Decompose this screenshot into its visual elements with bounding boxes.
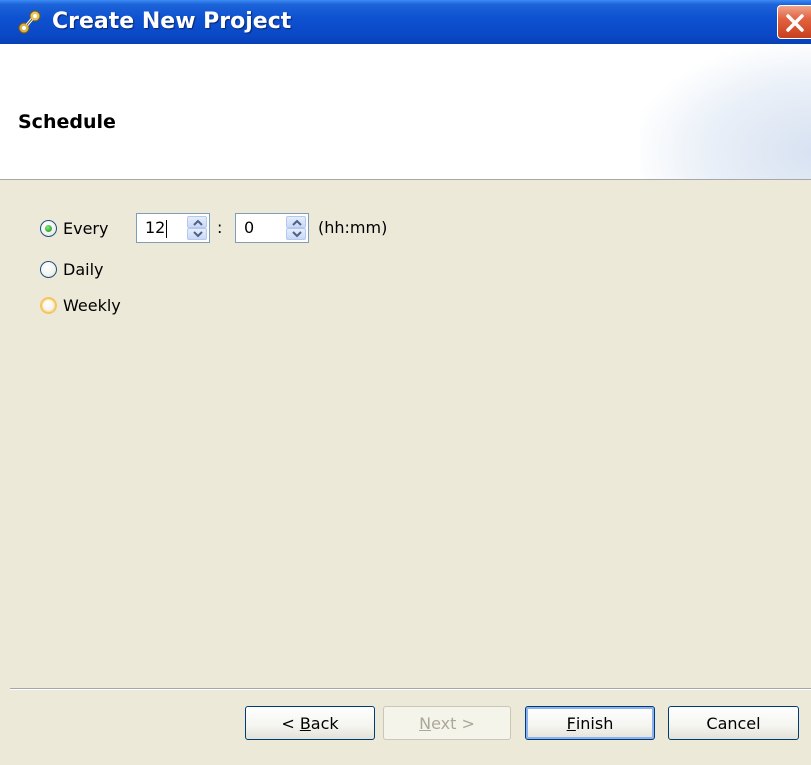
window-title: Create New Project [52, 9, 292, 34]
minutes-decrement-button[interactable] [286, 228, 306, 240]
hours-decrement-button[interactable] [187, 228, 207, 240]
minutes-input[interactable]: 0 [244, 214, 254, 242]
chevron-down-icon [193, 231, 203, 238]
hours-input[interactable]: 12 [145, 214, 168, 242]
close-button[interactable] [777, 5, 811, 39]
footer-divider [10, 688, 811, 690]
chevron-up-icon [193, 219, 203, 226]
title-bar[interactable]: Create New Project [0, 0, 811, 44]
minutes-increment-button[interactable] [286, 216, 306, 228]
hours-spinner[interactable]: 12 [136, 213, 210, 243]
back-prefix: < [281, 713, 295, 733]
daily-radio-option[interactable]: Daily [40, 256, 103, 282]
finish-label: inish [575, 713, 614, 733]
minutes-spinner[interactable]: 0 [235, 213, 309, 243]
create-new-project-dialog: Create New Project Schedule Every 12 : 0… [0, 0, 811, 765]
every-label: Every [63, 218, 109, 238]
project-wizard-icon [16, 8, 44, 36]
weekly-radio-option[interactable]: Weekly [40, 292, 121, 318]
hours-increment-button[interactable] [187, 216, 207, 228]
every-radio[interactable] [40, 219, 57, 237]
next-label: ext > [431, 713, 475, 733]
finish-button[interactable]: Finish [525, 706, 655, 740]
weekly-radio[interactable] [40, 296, 57, 314]
header-decoration [640, 44, 811, 179]
back-mnemonic: B [299, 713, 311, 733]
back-label: ack [310, 713, 339, 733]
chevron-down-icon [292, 231, 302, 238]
time-format-label: (hh:mm) [318, 218, 388, 237]
time-separator: : [217, 218, 223, 237]
cancel-button[interactable]: Cancel [668, 706, 799, 740]
daily-label: Daily [63, 259, 104, 279]
wizard-header: Schedule [0, 44, 811, 180]
finish-mnemonic: F [566, 713, 576, 733]
every-radio-option[interactable]: Every [40, 215, 108, 241]
next-button[interactable]: Next > [383, 706, 511, 740]
back-button[interactable]: < Back [245, 706, 375, 740]
daily-radio[interactable] [40, 260, 57, 278]
weekly-label: Weekly [63, 295, 121, 315]
chevron-up-icon [292, 219, 302, 226]
page-title: Schedule [18, 111, 116, 133]
next-mnemonic: N [419, 713, 432, 733]
